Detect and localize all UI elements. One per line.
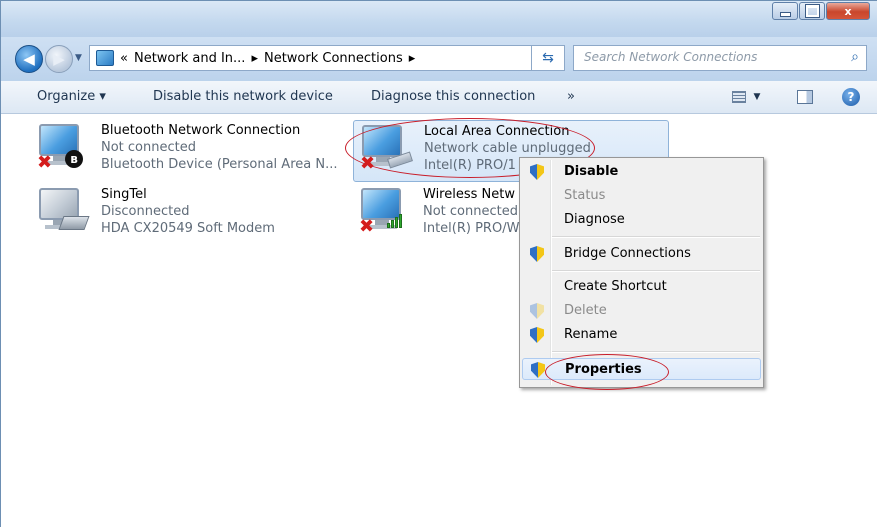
preview-pane-button[interactable] xyxy=(795,87,815,107)
menu-item-delete[interactable]: Delete xyxy=(522,300,761,322)
preview-pane-icon xyxy=(797,90,813,104)
disable-device-button[interactable]: Disable this network device xyxy=(153,89,333,104)
breadcrumb-separator[interactable]: ▸ xyxy=(251,51,258,66)
menu-item-properties[interactable]: Properties xyxy=(522,358,761,380)
address-bar[interactable]: « Network and In... ▸ Network Connection… xyxy=(89,45,559,71)
maximize-icon xyxy=(804,4,820,18)
search-input[interactable]: Search Network Connections ⌕ xyxy=(573,45,867,71)
connection-name: Wireless Netw xyxy=(423,187,515,202)
disconnected-x-icon: ✖ xyxy=(37,152,53,173)
forward-arrow-icon: ▶ xyxy=(53,50,65,68)
close-button[interactable]: x xyxy=(826,2,870,20)
breadcrumb-network-and-internet[interactable]: Network and In... xyxy=(134,51,245,66)
refresh-icon: ⇆ xyxy=(542,50,554,66)
recent-pages-dropdown[interactable]: ▼ xyxy=(75,53,82,63)
menu-item-status[interactable]: Status xyxy=(522,185,761,207)
connection-device: HDA CX20549 Soft Modem xyxy=(101,221,275,236)
back-button[interactable]: ◀ xyxy=(15,45,43,73)
uac-shield-icon xyxy=(530,327,544,343)
menu-separator xyxy=(552,270,760,272)
title-bar[interactable]: x xyxy=(1,1,877,37)
disconnected-x-icon: ✖ xyxy=(360,153,376,174)
maximize-button[interactable] xyxy=(799,2,825,20)
connection-name: Local Area Connection xyxy=(424,124,570,139)
menu-separator xyxy=(552,236,760,238)
navigation-bar: ◀ ▶ ▼ « Network and In... ▸ Network Conn… xyxy=(1,37,877,81)
menu-item-bridge-connections[interactable]: Bridge Connections xyxy=(522,243,761,265)
menu-separator xyxy=(552,351,760,353)
command-bar: Organize ▾ Disable this network device D… xyxy=(1,81,877,114)
menu-item-diagnose[interactable]: Diagnose xyxy=(522,209,761,231)
menu-item-create-shortcut[interactable]: Create Shortcut xyxy=(522,276,761,298)
connection-status: Disconnected xyxy=(101,204,190,219)
refresh-button[interactable]: ⇆ xyxy=(531,45,565,71)
diagnose-connection-button[interactable]: Diagnose this connection xyxy=(371,89,535,104)
close-icon: x xyxy=(844,4,852,18)
uac-shield-icon xyxy=(530,246,544,262)
help-button[interactable]: ? xyxy=(841,87,861,107)
computer-icon xyxy=(39,188,91,232)
change-view-button[interactable]: ▼ xyxy=(723,87,769,107)
window-controls: x xyxy=(771,2,870,20)
organize-button[interactable]: Organize ▾ xyxy=(37,89,106,104)
computer-icon: ✖ ʙ xyxy=(37,124,91,172)
connection-device: Bluetooth Device (Personal Area N... xyxy=(101,157,338,172)
search-placeholder: Search Network Connections xyxy=(584,50,758,64)
breadcrumb-separator[interactable]: ▸ xyxy=(409,51,416,66)
breadcrumb-overflow[interactable]: « xyxy=(120,51,128,66)
connection-status: Not connected xyxy=(101,140,196,155)
disconnected-x-icon: ✖ xyxy=(359,216,375,237)
more-commands-button[interactable]: » xyxy=(567,89,575,104)
connection-name: SingTel xyxy=(101,187,147,202)
chevron-down-icon: ▼ xyxy=(753,92,761,102)
uac-shield-icon xyxy=(530,303,544,319)
connection-device: Intel(R) PRO/W xyxy=(423,221,520,236)
explorer-window: x ◀ ▶ ▼ « Network and In... ▸ Network Co… xyxy=(0,0,877,528)
back-arrow-icon: ◀ xyxy=(23,50,35,68)
computer-icon: ✖ xyxy=(360,125,414,173)
menu-item-rename[interactable]: Rename xyxy=(522,324,761,346)
connection-item-singtel[interactable]: SingTel Disconnected HDA CX20549 Soft Mo… xyxy=(31,184,351,246)
uac-shield-icon xyxy=(531,362,545,378)
signal-bars-icon xyxy=(387,214,403,228)
computer-icon: ✖ xyxy=(359,188,413,236)
minimize-button[interactable] xyxy=(772,2,798,20)
breadcrumb-network-connections[interactable]: Network Connections xyxy=(264,51,403,66)
connection-item-wireless[interactable]: ✖ Wireless Netw Not connected Intel(R) P… xyxy=(353,184,519,246)
connection-item-bluetooth[interactable]: ✖ ʙ Bluetooth Network Connection Not con… xyxy=(31,120,351,182)
context-menu: Disable Status Diagnose Bridge Connectio… xyxy=(519,157,764,388)
menu-item-disable[interactable]: Disable xyxy=(522,161,761,183)
forward-button[interactable]: ▶ xyxy=(45,45,73,73)
connection-status: Network cable unplugged xyxy=(424,141,591,156)
connection-name: Bluetooth Network Connection xyxy=(101,123,301,138)
minimize-icon xyxy=(779,11,791,17)
bluetooth-icon: ʙ xyxy=(65,150,83,168)
modem-icon xyxy=(58,216,90,230)
uac-shield-icon xyxy=(530,164,544,180)
connection-status: Not connected xyxy=(423,204,518,219)
view-icon xyxy=(731,91,746,103)
help-icon: ? xyxy=(842,88,860,106)
network-folder-icon xyxy=(96,50,114,66)
search-icon[interactable]: ⌕ xyxy=(851,49,859,65)
